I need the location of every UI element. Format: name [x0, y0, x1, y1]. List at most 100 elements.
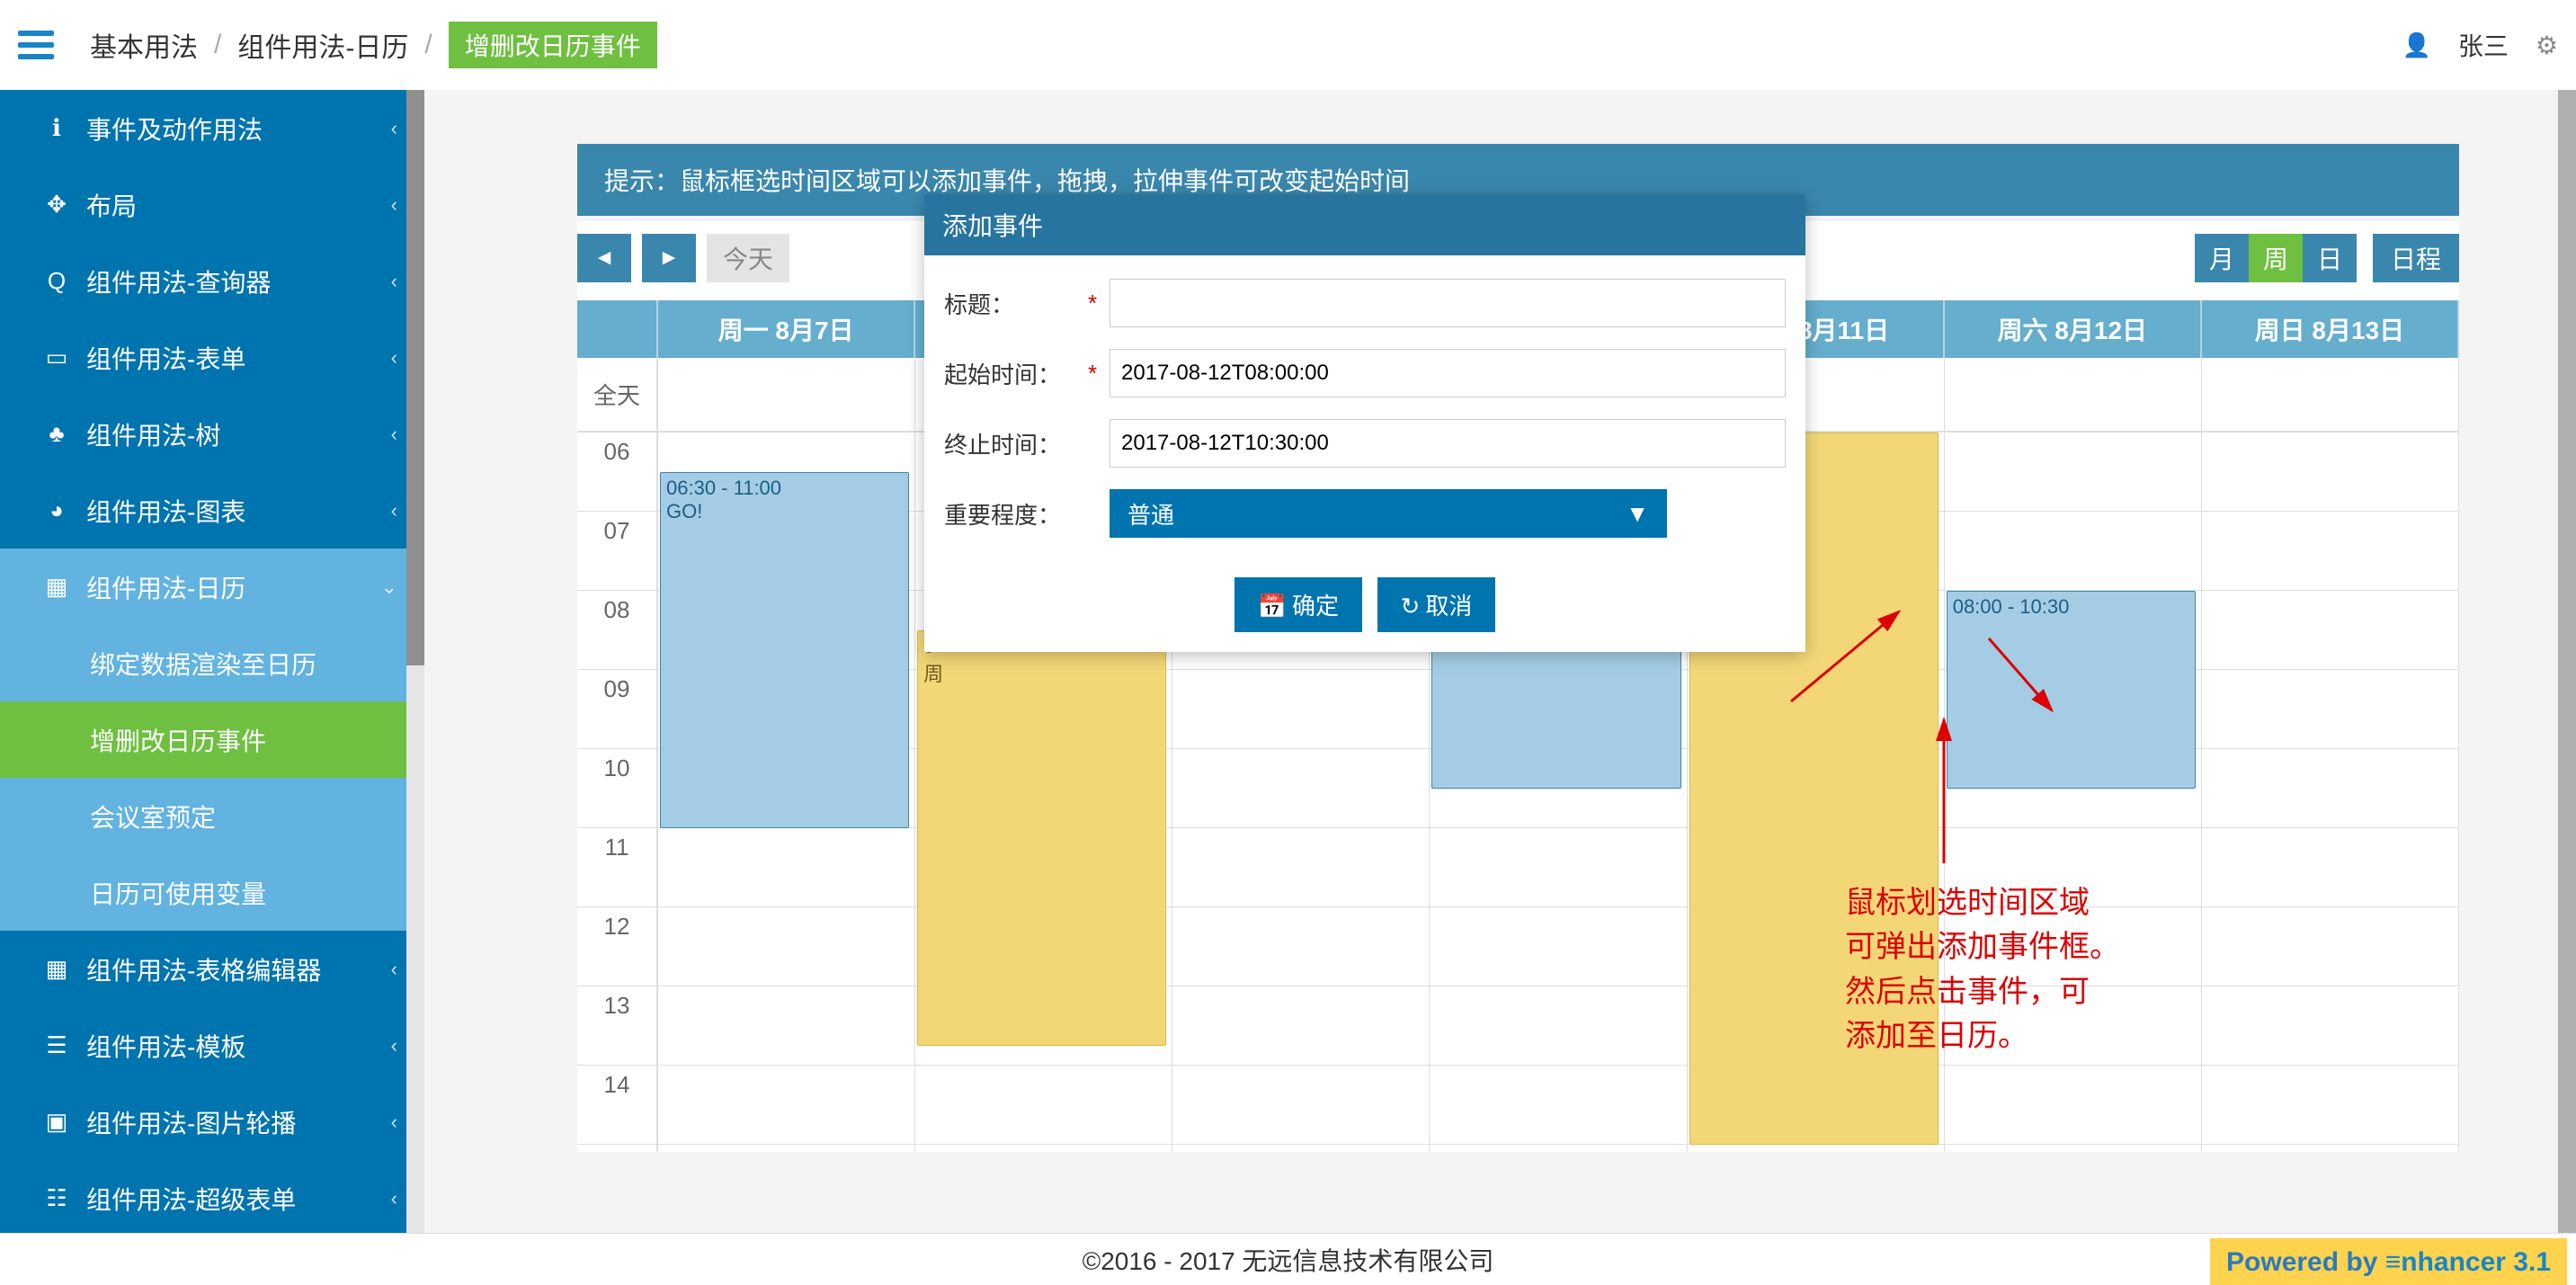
time-label: 06 [577, 433, 656, 512]
powered-by-badge[interactable]: Powered by ≡nhancer 3.1 [2210, 1238, 2567, 1285]
day-column[interactable]: 06:30 - 11:00 GO! [658, 433, 915, 1152]
day-header: 周一 8月7日 [658, 300, 915, 358]
calendar-event[interactable]: 0 周 [917, 630, 1166, 1046]
refresh-icon: ↻ [1401, 593, 1421, 620]
sidebar-item[interactable]: ▣ 组件用法-图片轮播 ‹ [0, 1084, 424, 1160]
sidebar-item[interactable]: ♣ 组件用法-树 ‹ [0, 396, 424, 472]
cancel-button[interactable]: ↻取消 [1377, 577, 1496, 632]
sidebar-subitem-label: 会议室预定 [90, 799, 216, 834]
hamburger-icon[interactable] [18, 31, 54, 59]
sidebar-item[interactable]: ☷ 组件用法-超级表单 ‹ [0, 1160, 424, 1233]
sidebar-item-label: 组件用法-模板 [86, 1028, 245, 1064]
time-label: 11 [577, 828, 656, 907]
annotation-text: 鼠标划选时间区域 可弹出添加事件框。 然后点击事件，可 添加至日历。 [1845, 881, 2120, 1058]
field-level-label: 重要程度： [944, 497, 1088, 531]
field-title-label: 标题： [944, 287, 1088, 320]
breadcrumb-item[interactable]: 组件用法-日历 [237, 25, 408, 65]
sidebar-item-icon: ▣ [40, 1108, 74, 1136]
breadcrumb-sep: / [214, 30, 221, 60]
sidebar-item-label: 组件用法-超级表单 [86, 1181, 296, 1217]
sidebar-item-label: 组件用法-表格编辑器 [86, 951, 321, 987]
sidebar-item-label: 组件用法-图片轮播 [86, 1104, 296, 1140]
footer: ©2016 - 2017 无远信息技术有限公司 [0, 1233, 2576, 1285]
field-level-value: 普通 [1128, 497, 1174, 531]
chevron-left-icon: ‹ [391, 1187, 397, 1210]
sidebar-item[interactable]: ▦组件用法-日历⌄ [0, 549, 424, 625]
dialog-title: 添加事件 [924, 194, 1805, 255]
sidebar-subitem-label: 增删改日历事件 [90, 722, 266, 758]
field-start-label: 起始时间： [944, 357, 1088, 390]
sidebar-subitem[interactable]: 会议室预定 [0, 778, 424, 854]
sidebar-item[interactable]: ▦组件用法-表格编辑器‹ [0, 931, 424, 1007]
time-label: 12 [577, 907, 656, 986]
view-month-button[interactable]: 月 [2195, 234, 2249, 282]
copyright: ©2016 - 2017 无远信息技术有限公司 [1083, 1242, 1494, 1278]
field-start-input[interactable] [1110, 349, 1786, 397]
field-level-select[interactable]: 普通 ▼ [1110, 489, 1667, 538]
sidebar-item-label: 组件用法-查询器 [86, 263, 271, 299]
view-agenda-button[interactable]: 日程 [2373, 234, 2459, 282]
time-label: 09 [577, 670, 656, 749]
breadcrumb-sep: / [424, 30, 432, 60]
sidebar-item-icon: ◕ [40, 496, 74, 524]
required-icon: * [1088, 360, 1110, 388]
sidebar-item-icon: ✥ [40, 191, 74, 219]
sidebar-item[interactable]: Q 组件用法-查询器 ‹ [0, 243, 424, 319]
sidebar-scrollbar[interactable] [406, 90, 424, 1233]
time-label: 14 [577, 1066, 656, 1145]
sidebar-item[interactable]: ▭组件用法-表单‹ [0, 319, 424, 396]
prev-button[interactable]: ◄ [577, 234, 631, 282]
ok-button[interactable]: 📅确定 [1235, 577, 1362, 632]
chevron-left-icon: ‹ [391, 1034, 397, 1057]
sidebar-item-icon: ▭ [40, 344, 74, 371]
sidebar-item-icon: ▦ [40, 573, 74, 601]
sidebar-subitem[interactable]: 增删改日历事件 [0, 701, 424, 778]
content-scrollbar[interactable] [2558, 90, 2576, 1233]
day-column[interactable] [2202, 433, 2459, 1152]
sidebar-item[interactable]: ✥布局‹ [0, 166, 424, 243]
content-scroll-thumb[interactable] [2558, 90, 2576, 1233]
day-header: 周六 8月12日 [1945, 300, 2202, 358]
top-header: 基本用法 / 组件用法-日历 / 增删改日历事件 👤 张三 ⚙ [0, 0, 2576, 90]
field-title-input[interactable] [1110, 279, 1786, 327]
user-name[interactable]: 张三 [2458, 27, 2509, 63]
chevron-down-icon: ▼ [1626, 500, 1649, 528]
content-area: 提示：鼠标框选时间区域可以添加事件，拖拽，拉伸事件可改变起始时间 ◄ ► 今天 … [424, 90, 2576, 1233]
sidebar-subitem[interactable]: 绑定数据渲染至日历 [0, 625, 424, 701]
allday-label: 全天 [577, 358, 658, 431]
chevron-left-icon: ‹ [391, 1111, 397, 1134]
today-button[interactable]: 今天 [707, 234, 789, 282]
sidebar-subitem[interactable]: 日历可使用变量 [0, 854, 424, 931]
chevron-left-icon: ‹ [391, 423, 397, 446]
sidebar-item-icon: ☰ [40, 1031, 74, 1059]
time-label: 13 [577, 986, 656, 1066]
sidebar-item-icon: ☷ [40, 1184, 74, 1212]
sidebar-subitem-label: 日历可使用变量 [90, 875, 266, 911]
sidebar-scroll-thumb[interactable] [406, 90, 424, 665]
calendar-event[interactable]: 08:00 - 10:30 [1947, 591, 2196, 789]
sidebar-item-label: 布局 [86, 187, 137, 223]
chevron-left-icon: ‹ [391, 270, 397, 293]
view-switch-group: 月 周 日 [2195, 234, 2357, 282]
breadcrumb-item[interactable]: 基本用法 [90, 25, 198, 65]
sidebar-item-icon: ♣ [40, 420, 74, 448]
chevron-left-icon: ‹ [391, 346, 397, 370]
field-end-input[interactable] [1110, 419, 1786, 468]
gear-icon[interactable]: ⚙ [2536, 31, 2558, 60]
chevron-down-icon: ⌄ [381, 576, 397, 599]
view-day-button[interactable]: 日 [2303, 234, 2357, 282]
breadcrumb-current: 增删改日历事件 [449, 22, 657, 68]
sidebar-subitem-label: 绑定数据渲染至日历 [90, 646, 316, 682]
breadcrumb: 基本用法 / 组件用法-日历 / 增删改日历事件 [90, 22, 657, 68]
calendar-event[interactable]: 06:30 - 11:00 GO! [660, 472, 909, 828]
sidebar-item[interactable]: ◕组件用法-图表‹ [0, 472, 424, 549]
sidebar-item-icon: Q [40, 267, 74, 295]
next-button[interactable]: ► [642, 234, 696, 282]
sidebar-item[interactable]: ℹ事件及动作用法‹ [0, 90, 424, 166]
sidebar-item-label: 组件用法-图表 [86, 493, 245, 529]
sidebar-item-label: 组件用法-树 [86, 416, 220, 452]
view-week-button[interactable]: 周 [2249, 234, 2303, 282]
sidebar-item[interactable]: ☰ 组件用法-模板 ‹ [0, 1007, 424, 1084]
sidebar-item-label: 事件及动作用法 [86, 111, 263, 147]
sidebar-item-icon: ℹ [40, 114, 74, 142]
